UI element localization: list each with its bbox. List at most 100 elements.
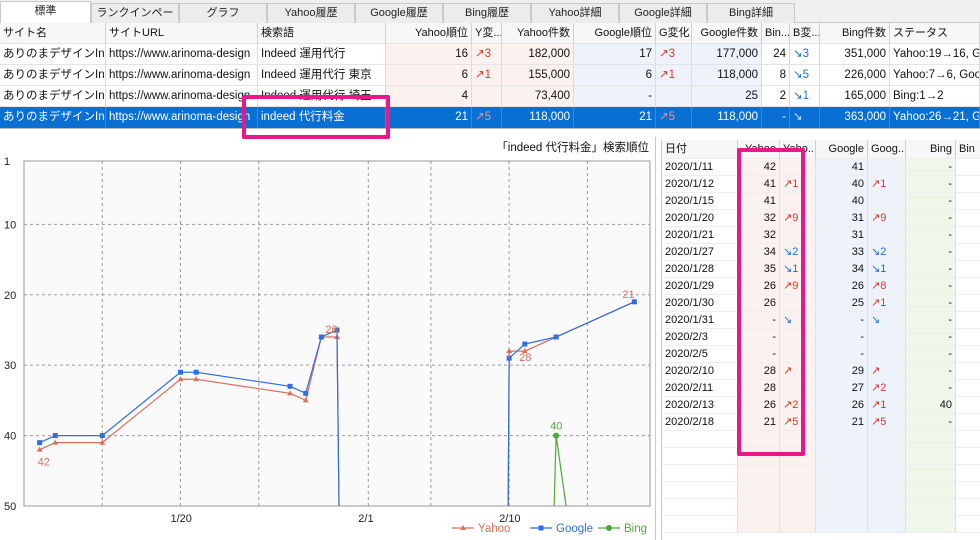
- tab-google-detail[interactable]: Google詳細: [619, 3, 707, 23]
- column-header[interactable]: Yahoo順位: [386, 23, 472, 44]
- tab-bing-detail[interactable]: Bing詳細: [707, 3, 795, 23]
- cell-bing: 2: [762, 86, 790, 107]
- keyword-row[interactable]: ありのまデザインIndeedhttps://www.arinoma-design…: [0, 44, 980, 65]
- cell-site: ありのまデザインIndeed: [0, 65, 106, 86]
- history-empty-cell: [816, 465, 868, 482]
- column-header[interactable]: 検索語: [258, 23, 386, 44]
- cell-gchg: ↗5: [656, 107, 692, 128]
- cell-yahoo: 21: [386, 107, 472, 128]
- tab-bing-history[interactable]: Bing履歴: [443, 3, 531, 23]
- history-empty-cell: [738, 499, 780, 516]
- keyword-row[interactable]: ありのまデザインIndeedhttps://www.arinoma-design…: [0, 65, 980, 86]
- history-cell-gc: [868, 329, 906, 346]
- column-header[interactable]: G変化: [656, 23, 692, 44]
- tab-graph[interactable]: グラフ: [179, 3, 267, 23]
- history-cell-g: 31: [816, 210, 868, 227]
- tab-bar: 標準 ランクインページ グラフ Yahoo履歴 Google履歴 Bing履歴 …: [0, 0, 980, 37]
- tab-yahoo-history[interactable]: Yahoo履歴: [267, 3, 355, 23]
- history-empty-cell: [662, 448, 738, 465]
- history-cell-bc: [956, 380, 980, 397]
- column-header[interactable]: Y変...: [472, 23, 502, 44]
- history-empty-cell: [662, 431, 738, 448]
- history-column-header[interactable]: Goog...: [868, 140, 906, 159]
- history-row[interactable]: 2020/1/20 32 ↗9 31 ↗9-: [662, 210, 980, 227]
- column-header[interactable]: Bin...: [762, 23, 790, 44]
- history-row[interactable]: 2020/2/10 28 ↗ 29 ↗ -: [662, 363, 980, 380]
- history-cell-gc: ↘: [868, 312, 906, 329]
- cell-gchg: ↗3: [656, 44, 692, 65]
- history-cell-bc: [956, 244, 980, 261]
- column-header[interactable]: Bing件数: [820, 23, 890, 44]
- history-column-header[interactable]: Bing: [906, 140, 956, 159]
- tab-standard[interactable]: 標準: [0, 1, 91, 24]
- history-row[interactable]: 2020/1/15 41 40-: [662, 193, 980, 210]
- history-cell-bc: [956, 346, 980, 363]
- history-cell-date: 2020/1/27: [662, 244, 738, 261]
- history-row[interactable]: 2020/1/29 26 ↗9 26 ↗8-: [662, 278, 980, 295]
- history-empty-cell: [816, 516, 868, 533]
- history-row[interactable]: 2020/2/3- - -: [662, 329, 980, 346]
- history-empty-cell: [868, 448, 906, 465]
- cell-status: Yahoo:19→16, Goo: [890, 44, 980, 65]
- column-header[interactable]: Google件数: [692, 23, 762, 44]
- history-empty-cell: [662, 482, 738, 499]
- history-empty-cell: [816, 482, 868, 499]
- column-header[interactable]: ステータス: [890, 23, 980, 44]
- keyword-row[interactable]: ありのまデザインIndeedhttps://www.arinoma-design…: [0, 107, 980, 128]
- history-cell-g: 29: [816, 363, 868, 380]
- history-row[interactable]: 2020/2/13 26 ↗2 26 ↗1 40: [662, 397, 980, 414]
- column-header[interactable]: B変...: [790, 23, 820, 44]
- tab-google-history[interactable]: Google履歴: [355, 3, 443, 23]
- history-cell-date: 2020/1/15: [662, 193, 738, 210]
- keyword-row[interactable]: ありのまデザインIndeedhttps://www.arinoma-design…: [0, 86, 980, 107]
- history-empty-cell: [662, 516, 738, 533]
- history-row[interactable]: 2020/1/21 32 31-: [662, 227, 980, 244]
- history-column-header[interactable]: Google: [816, 140, 868, 159]
- history-empty-cell: [816, 431, 868, 448]
- legend-label: Bing: [624, 523, 647, 535]
- tab-yahoo-detail[interactable]: Yahoo詳細: [531, 3, 619, 23]
- cell-gcount: 25: [692, 86, 762, 107]
- history-cell-date: 2020/1/29: [662, 278, 738, 295]
- history-empty-row: [662, 431, 980, 448]
- history-cell-bc: [956, 329, 980, 346]
- y-tick-label: 10: [4, 219, 16, 231]
- history-row[interactable]: 2020/1/28 35 ↘1 34 ↘1-: [662, 261, 980, 278]
- history-cell-b: -: [906, 295, 956, 312]
- cell-bing: -: [762, 107, 790, 128]
- history-empty-cell: [956, 431, 980, 448]
- history-row[interactable]: 2020/2/18 21 ↗5 21 ↗5-: [662, 414, 980, 431]
- point-label: 42: [38, 457, 50, 469]
- legend-label: Google: [556, 523, 593, 535]
- history-empty-cell: [738, 482, 780, 499]
- column-header[interactable]: Google順位: [574, 23, 656, 44]
- column-header[interactable]: Yahoo件数: [502, 23, 574, 44]
- cell-site: ありのまデザインIndeed: [0, 44, 106, 65]
- history-column-header[interactable]: 日付: [662, 140, 738, 159]
- history-row[interactable]: 2020/2/11 28 27 ↗2-: [662, 380, 980, 397]
- history-cell-b: -: [906, 244, 956, 261]
- history-cell-b: -: [906, 261, 956, 278]
- history-row[interactable]: 2020/2/5- - -: [662, 346, 980, 363]
- google-point: [303, 390, 309, 396]
- history-row[interactable]: 2020/1/11 42 41-: [662, 159, 980, 176]
- cell-keyword: Indeed 運用代行 東京: [258, 65, 386, 86]
- tab-rankin-page[interactable]: ランクインページ: [91, 3, 179, 37]
- history-row[interactable]: 2020/1/12 41 ↗1 40 ↗1-: [662, 176, 980, 193]
- history-cell-b: -: [906, 278, 956, 295]
- history-cell-g: 33: [816, 244, 868, 261]
- column-header[interactable]: サイトURL: [106, 23, 258, 44]
- history-row[interactable]: 2020/1/30 26 25 ↗1-: [662, 295, 980, 312]
- history-empty-cell: [662, 465, 738, 482]
- cell-url: https://www.arinoma-design: [106, 65, 258, 86]
- history-cell-b: -: [906, 210, 956, 227]
- history-column-header[interactable]: Bin: [956, 140, 980, 159]
- history-empty-cell: [662, 499, 738, 516]
- cell-gcount: 177,000: [692, 44, 762, 65]
- history-cell-b: -: [906, 312, 956, 329]
- column-header[interactable]: サイト名: [0, 23, 106, 44]
- history-row[interactable]: 2020/1/27 34 ↘2 33 ↘2-: [662, 244, 980, 261]
- cell-ychg: ↗1: [472, 65, 502, 86]
- history-row[interactable]: 2020/1/31- ↘ - ↘ -: [662, 312, 980, 329]
- history-empty-cell: [906, 448, 956, 465]
